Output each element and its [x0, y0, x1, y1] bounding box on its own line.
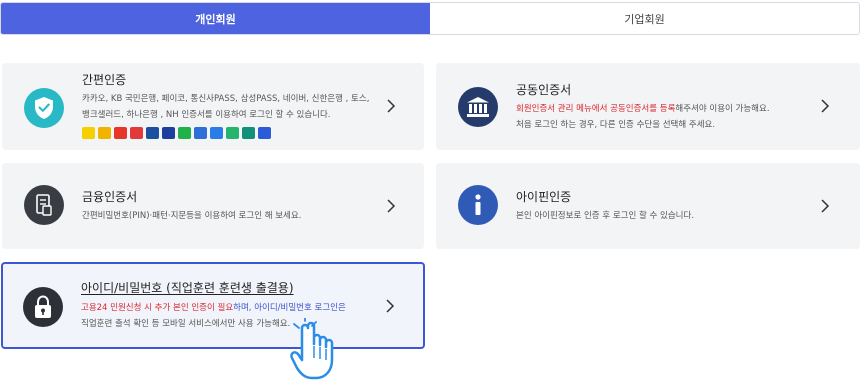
joint-certificate-desc-rest: 해주셔야 이용이 가능해요. — [675, 104, 770, 114]
finance-certificate-title: 금융인증서 — [82, 190, 138, 204]
ipin-auth-card[interactable]: 아이핀인증 본인 아이핀정보로 인증 후 로그인 할 수 있습니다. — [436, 163, 860, 249]
hana-logo — [242, 127, 255, 139]
joint-certificate-desc-line2: 처음 로그인 하는 경우, 다른 인증 수단을 선택해 주세요. — [516, 120, 716, 130]
shield-check-icon — [24, 88, 64, 128]
joint-certificate-register-notice: 회원인증서 관리 메뉴에서 공동인증서를 등록 — [516, 104, 676, 114]
member-type-tabs: 개인회원 기업회원 — [0, 2, 860, 35]
shinhan-logo — [194, 127, 207, 139]
naver-logo — [178, 127, 191, 139]
simple-auth-provider-logos — [82, 127, 271, 139]
finance-document-icon — [24, 185, 64, 225]
simple-auth-card[interactable]: 간편인증 카카오, KB 국민은행, 페이코, 통신사PASS, 삼성PASS,… — [2, 63, 424, 150]
id-password-extra-auth-notice: 고용24 민원신청 시 추가 본인 인증이 필요 — [81, 303, 234, 313]
pass-blue-logo — [162, 127, 175, 139]
pass-logo — [130, 127, 143, 139]
simple-auth-desc-line1: 카카오, KB 국민은행, 페이코, 통신사PASS, 삼성PASS, 네이버,… — [82, 94, 370, 104]
chevron-right-icon — [821, 99, 830, 113]
info-i-icon — [458, 185, 498, 225]
padlock-icon — [23, 287, 63, 327]
chevron-right-icon — [821, 199, 830, 213]
id-password-desc-line2: 직업훈련 출석 확인 등 모바일 서비스에서만 사용 가능해요. — [81, 319, 291, 329]
tab-personal-member[interactable]: 개인회원 — [1, 3, 430, 34]
toss-logo — [210, 127, 223, 139]
tab-business-member[interactable]: 기업회원 — [430, 3, 859, 34]
id-password-desc-rest: 하며, 아이디/비밀번호 로그인은 — [233, 303, 346, 313]
nh-logo — [258, 127, 271, 139]
ipin-auth-title: 아이핀인증 — [516, 190, 572, 204]
id-password-login-card[interactable]: 아이디/비밀번호 (직업훈련 훈련생 출결용) 고용24 민원신청 시 추가 본… — [1, 262, 425, 349]
joint-certificate-card[interactable]: 공동인증서 회원인증서 관리 메뉴에서 공동인증서를 등록해주셔야 이용이 가능… — [436, 63, 860, 150]
payco-logo — [114, 127, 127, 139]
ipin-auth-desc: 본인 아이핀정보로 인증 후 로그인 할 수 있습니다. — [516, 211, 695, 221]
joint-certificate-title: 공동인증서 — [516, 83, 572, 97]
pointer-hand-icon — [290, 318, 334, 380]
chevron-right-icon — [387, 99, 396, 113]
chevron-right-icon — [386, 299, 395, 313]
banksalad-logo — [226, 127, 239, 139]
samsung-pass-logo — [146, 127, 159, 139]
kb-logo — [98, 127, 111, 139]
bank-building-icon — [458, 87, 498, 127]
id-password-desc-line1: 고용24 민원신청 시 추가 본인 인증이 필요하며, 아이디/비밀번호 로그인… — [81, 300, 346, 317]
chevron-right-icon — [387, 199, 396, 213]
joint-certificate-desc-line1: 회원인증서 관리 메뉴에서 공동인증서를 등록해주셔야 이용이 가능해요. — [516, 101, 770, 118]
finance-certificate-desc: 간편비밀번호(PIN)·패턴·지문등을 이용하여 로그인 해 보세요. — [82, 211, 302, 221]
kakao-logo — [82, 127, 95, 139]
simple-auth-desc-line2: 뱅크샐러드, 하나은행 , NH 인증서를 이용하여 로그인 할 수 있습니다. — [82, 110, 331, 120]
finance-certificate-card[interactable]: 금융인증서 간편비밀번호(PIN)·패턴·지문등을 이용하여 로그인 해 보세요… — [2, 163, 424, 249]
simple-auth-title: 간편인증 — [82, 73, 127, 87]
id-password-title: 아이디/비밀번호 (직업훈련 훈련생 출결용) — [81, 281, 294, 295]
